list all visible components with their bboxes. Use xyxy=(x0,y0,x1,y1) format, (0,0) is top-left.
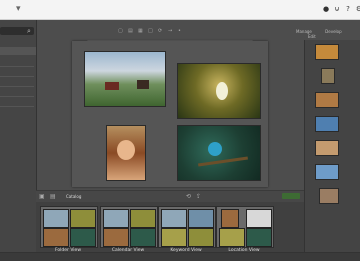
view-thumb xyxy=(188,209,214,228)
view-thumb xyxy=(161,209,187,228)
sidebar-selected-item[interactable] xyxy=(0,47,36,55)
filmstrip-thumb[interactable] xyxy=(315,164,339,180)
photo-mountain-cabin[interactable] xyxy=(84,51,166,107)
export-icon[interactable]: ⇪ xyxy=(196,193,201,200)
window-titlebar: ▾ ● ⊍ ? ⚙ xyxy=(0,0,360,20)
filmstrip-thumb[interactable] xyxy=(315,92,339,108)
view-thumb xyxy=(70,228,96,247)
view-thumb xyxy=(43,209,69,228)
view-thumb xyxy=(221,209,239,228)
view-thumb xyxy=(246,209,272,228)
user-icon[interactable]: ● xyxy=(322,5,330,13)
view-thumb xyxy=(161,228,187,247)
view-thumb xyxy=(130,228,156,247)
action-button[interactable] xyxy=(282,193,300,199)
sidebar-divider xyxy=(0,66,34,67)
tool-icon[interactable]: ▤ xyxy=(128,28,133,34)
branch-shape xyxy=(198,156,248,167)
folder-view-card[interactable] xyxy=(40,206,98,248)
catalog-dropdown[interactable]: Catalog xyxy=(66,194,81,199)
view-thumb xyxy=(219,228,245,247)
filmstrip-thumb[interactable] xyxy=(315,140,339,156)
grid-icon[interactable]: ▣ xyxy=(39,193,45,200)
location-view-card[interactable] xyxy=(216,206,274,248)
sync-icon[interactable]: ⟲ xyxy=(186,193,191,200)
face-shape xyxy=(117,140,135,160)
settings-icon[interactable]: ⚙ xyxy=(355,5,360,13)
flower-shape xyxy=(216,82,228,100)
filmstrip-thumb[interactable] xyxy=(315,44,339,60)
photo-kingfisher[interactable] xyxy=(177,125,261,181)
tab-edit[interactable]: Edit xyxy=(308,34,316,39)
left-panel: ⌕ xyxy=(0,20,37,260)
filmstrip-thumb[interactable] xyxy=(315,116,339,132)
dropdown-chevron-icon[interactable]: ▾ xyxy=(16,4,21,14)
list-icon[interactable]: ▤ xyxy=(50,193,56,200)
bird-shape xyxy=(208,142,222,156)
tool-icon[interactable]: ▢ xyxy=(118,28,123,34)
tool-icon[interactable]: → xyxy=(168,28,172,34)
photo-flower[interactable] xyxy=(177,63,261,119)
tool-icon[interactable]: ⟳ xyxy=(158,28,162,34)
mode-tabs: Manage Develop Edit xyxy=(296,29,360,39)
filmstrip-thumb[interactable] xyxy=(319,188,339,204)
sidebar-divider xyxy=(0,96,34,97)
tool-icon[interactable]: □ xyxy=(148,28,153,34)
sidebar-divider xyxy=(0,106,34,107)
view-thumb xyxy=(70,209,96,228)
calendar-view-card[interactable] xyxy=(100,206,158,248)
cart-icon[interactable]: ⊍ xyxy=(333,5,341,13)
view-thumb xyxy=(188,228,214,247)
view-thumb xyxy=(43,228,69,247)
help-icon[interactable]: ? xyxy=(344,5,352,13)
photo-portrait[interactable] xyxy=(106,125,146,181)
sidebar-divider xyxy=(0,86,34,87)
tab-develop[interactable]: Develop xyxy=(325,29,341,34)
search-icon[interactable]: ⌕ xyxy=(27,27,31,36)
keyword-view-card[interactable] xyxy=(158,206,216,248)
photo-gallery xyxy=(72,41,268,187)
view-thumb xyxy=(103,209,129,228)
view-thumb xyxy=(103,228,129,247)
cabin-shape xyxy=(137,80,149,89)
cabin-shape xyxy=(105,82,119,90)
tool-icon[interactable]: ▦ xyxy=(138,28,143,34)
filmstrip-thumb[interactable] xyxy=(321,68,335,84)
view-thumb xyxy=(246,228,272,247)
main-toolbar: ▢ ▤ ▦ □ ⟳ → • xyxy=(118,28,208,36)
sidebar-divider xyxy=(0,76,34,77)
tool-icon[interactable]: • xyxy=(178,28,181,34)
right-filmstrip xyxy=(304,40,360,260)
view-thumb xyxy=(130,209,156,228)
